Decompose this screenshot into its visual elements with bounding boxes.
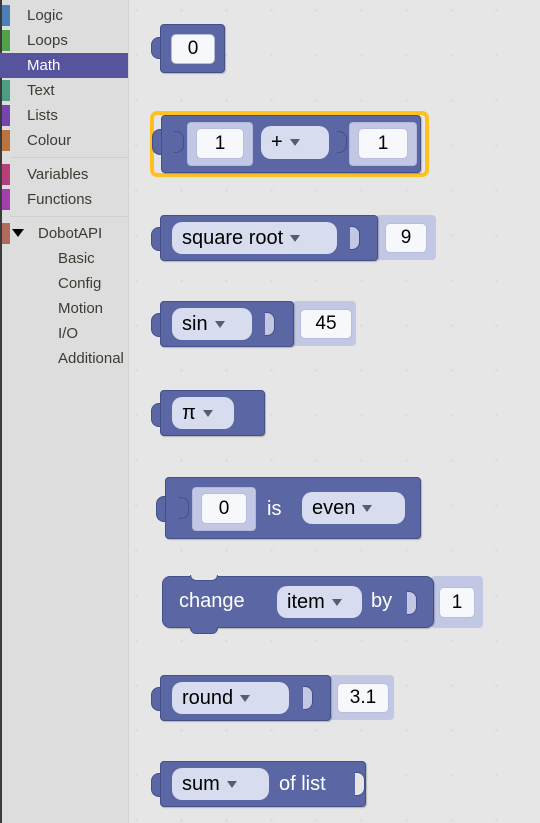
divider	[10, 216, 128, 217]
is-label: is	[267, 498, 282, 520]
block-math-trig[interactable]: sin 45	[151, 298, 366, 352]
sidebar-item-lists[interactable]: Lists	[0, 103, 128, 128]
property-label: even	[312, 496, 356, 519]
dropdown-arrow-icon	[240, 694, 251, 702]
block-math-single[interactable]: square root 9	[151, 212, 441, 266]
operation-label: square root	[182, 226, 284, 249]
block-math-on-list[interactable]: sum of list	[151, 758, 391, 812]
dropdown-arrow-icon	[214, 320, 225, 328]
category-colour-swatch	[2, 164, 10, 185]
sidebar-item-basic[interactable]: Basic	[0, 246, 128, 271]
block-flyout-workspace[interactable]: 0 1 + 1 square root 9 sin 45 π 0 is even…	[129, 0, 540, 823]
sidebar-item-label: Text	[27, 82, 55, 99]
change-label: change	[179, 590, 245, 612]
toolbox-separator-1	[0, 153, 128, 162]
block-math-number-property[interactable]: 0 is even	[156, 477, 426, 542]
operation-label: sin	[182, 312, 208, 335]
variable-label: item	[287, 590, 325, 613]
input-socket	[265, 312, 275, 336]
dropdown-arrow-icon	[331, 598, 342, 606]
sidebar-item-label: Loops	[27, 32, 68, 49]
sidebar-item-loops[interactable]: Loops	[0, 28, 128, 53]
block-math-round[interactable]: round 3.1	[151, 672, 401, 726]
sidebar-item-label: Lists	[27, 107, 58, 124]
sidebar-item-label: Math	[27, 57, 61, 74]
variable-dropdown[interactable]: item	[277, 586, 362, 618]
sidebar-item-label: Functions	[27, 191, 93, 208]
sidebar-item-label: Variables	[27, 166, 89, 183]
number-field[interactable]: 3.1	[337, 683, 389, 713]
sidebar-item-dobotapi[interactable]: DobotAPI	[0, 221, 128, 246]
number-field[interactable]: 9	[385, 223, 427, 253]
block-math-constant[interactable]: π	[151, 390, 271, 440]
block-math-number[interactable]: 0	[151, 24, 231, 74]
category-colour-swatch	[2, 189, 10, 210]
sidebar-item-label: Motion	[58, 300, 104, 317]
statement-bottom-bump	[190, 627, 218, 634]
toolbox-sidebar[interactable]: Logic Loops Math Text Lists Colour Varia…	[0, 0, 129, 823]
category-colour-swatch	[2, 55, 10, 76]
operation-dropdown[interactable]: round	[172, 682, 289, 714]
input-socket	[303, 686, 313, 710]
dropdown-arrow-icon	[289, 139, 300, 146]
sidebar-item-variables[interactable]: Variables	[0, 162, 128, 187]
category-colour-swatch	[2, 80, 10, 101]
property-dropdown[interactable]: even	[302, 492, 405, 524]
sidebar-item-functions[interactable]: Functions	[0, 187, 128, 212]
sidebar-item-label: I/O	[58, 325, 79, 342]
constant-label: π	[182, 401, 196, 424]
dropdown-arrow-icon	[226, 780, 237, 788]
number-field[interactable]: 45	[300, 309, 352, 339]
statement-top-notch	[190, 575, 218, 581]
sidebar-item-math[interactable]: Math	[0, 53, 128, 78]
delta-number-field[interactable]: 1	[439, 587, 475, 618]
constant-dropdown[interactable]: π	[172, 397, 234, 429]
number-field-right[interactable]: 1	[358, 128, 408, 159]
category-colour-swatch	[2, 105, 10, 126]
sidebar-item-motion[interactable]: Motion	[0, 296, 128, 321]
category-colour-swatch	[2, 5, 10, 26]
sidebar-item-logic[interactable]: Logic	[0, 3, 128, 28]
of-list-label: of list	[279, 773, 326, 795]
chevron-down-icon[interactable]	[12, 229, 24, 237]
divider	[10, 157, 128, 158]
category-colour-swatch	[2, 130, 10, 151]
number-field-left[interactable]: 1	[196, 128, 244, 159]
sidebar-item-text[interactable]: Text	[0, 78, 128, 103]
number-field[interactable]: 0	[171, 34, 215, 64]
operation-dropdown[interactable]: square root	[172, 222, 337, 254]
sidebar-item-label: Colour	[27, 132, 72, 149]
sidebar-item-config[interactable]: Config	[0, 271, 128, 296]
operation-dropdown[interactable]: sum	[172, 768, 269, 800]
block-math-change[interactable]: change item by 1	[162, 573, 483, 641]
sidebar-item-additional[interactable]: Additional	[0, 346, 128, 371]
block-math-arithmetic[interactable]: 1 + 1	[150, 109, 430, 179]
sidebar-item-label: Logic	[27, 7, 63, 24]
number-field[interactable]: 0	[201, 493, 247, 524]
sidebar-item-label: Additional	[58, 350, 124, 367]
sidebar-item-io[interactable]: I/O	[0, 321, 128, 346]
input-socket	[355, 772, 365, 796]
operator-dropdown[interactable]: +	[261, 126, 329, 159]
sidebar-item-label: Config	[58, 275, 102, 292]
input-socket	[350, 226, 360, 250]
operator-label: +	[271, 131, 283, 153]
dropdown-arrow-icon	[362, 504, 373, 512]
category-colour-swatch	[2, 30, 10, 51]
operation-dropdown[interactable]: sin	[172, 308, 252, 340]
toolbox-separator-2	[0, 212, 128, 221]
by-label: by	[371, 590, 393, 612]
sidebar-item-label: Basic	[58, 250, 95, 267]
input-socket	[407, 591, 417, 615]
category-colour-swatch	[2, 223, 10, 244]
sidebar-item-colour[interactable]: Colour	[0, 128, 128, 153]
operation-label: round	[182, 686, 234, 709]
operation-label: sum	[182, 772, 220, 795]
dropdown-arrow-icon	[290, 234, 301, 242]
dropdown-arrow-icon	[202, 409, 213, 417]
